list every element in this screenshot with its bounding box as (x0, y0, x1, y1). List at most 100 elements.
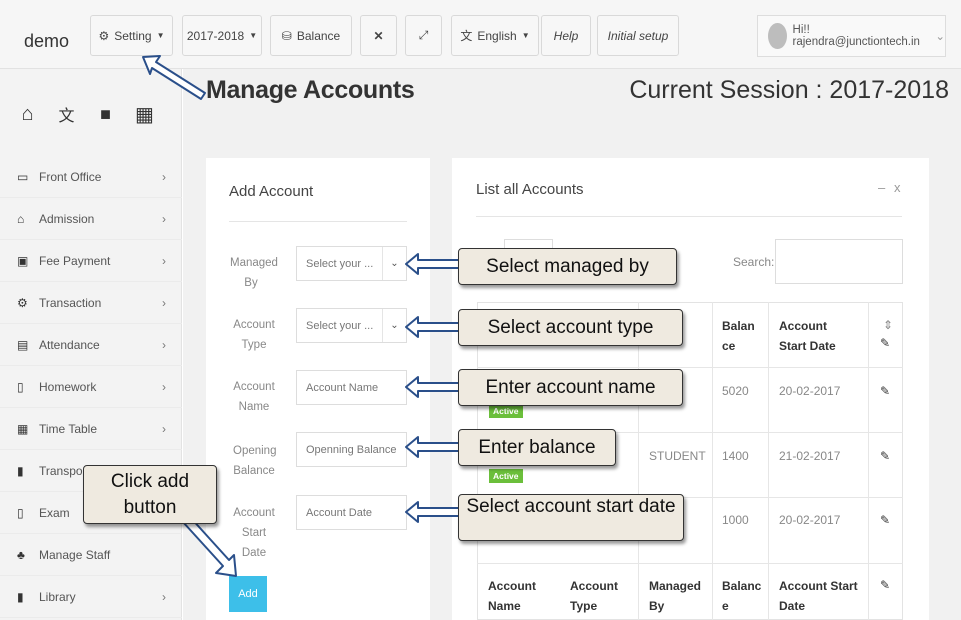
column-header-balance[interactable]: Balan ce (722, 316, 755, 356)
caret-down-icon: ▼ (521, 31, 530, 40)
calendar-icon: ▦ (17, 421, 29, 436)
sidebar-item[interactable]: ♣ Manage Staff (0, 534, 182, 576)
edit-icon[interactable]: ✎ (880, 449, 890, 463)
top-navbar: demo ⚙ Setting ▼ 2017-2018 ▼ ⛁ Balance ✕ ⤢ 文… (0, 0, 961, 69)
account-type-select[interactable]: Select your ... ⌄ (296, 308, 407, 343)
callout-managed-by: Select managed by (458, 248, 677, 285)
managed-by-select[interactable]: Select your ... ⌄ (296, 246, 407, 281)
balance-cell: 1400 (722, 449, 749, 463)
home-icon[interactable]: ⌂ (12, 83, 43, 145)
sidebar-item-label: Attendance (39, 337, 100, 352)
sidebar-item-label: Library (39, 589, 76, 604)
opening-balance-label: Opening Balance (233, 445, 277, 477)
callout-account-name: Enter account name (458, 369, 683, 406)
sidebar-item-label: Time Table (39, 421, 98, 436)
row-divider (477, 367, 903, 368)
col-divider (768, 302, 769, 620)
translate-icon: 文 (460, 29, 473, 43)
chevron-right-icon: › (162, 169, 166, 184)
chevron-right-icon: › (162, 337, 166, 352)
gear-icon: ⚙ (98, 28, 110, 43)
sidebar-item[interactable]: ▮ Library › (0, 576, 182, 618)
balance-cell: 5020 (722, 384, 749, 398)
shrink-button[interactable]: ✕ (360, 15, 397, 56)
balance-button[interactable]: ⛁ Balance (270, 15, 352, 56)
callout-account-type: Select account type (458, 309, 683, 346)
monitor-icon: ▭ (17, 169, 29, 184)
callout-start-date: Select account start date (458, 494, 684, 541)
sort-icon[interactable]: ⇕ (883, 318, 893, 332)
column-header-account-name: Account Name (488, 579, 536, 613)
session-dropdown[interactable]: 2017-2018 ▼ (182, 15, 262, 56)
column-header-start-date: Account Start Date (779, 579, 858, 613)
sidebar-item-label: Admission (39, 211, 95, 226)
sidebar-item[interactable]: ▣ Fee Payment › (0, 240, 182, 282)
close-icon[interactable]: x (894, 180, 901, 195)
status-badge: Active (489, 404, 523, 418)
translate-icon[interactable]: 文 (51, 83, 82, 145)
sidebar-item[interactable]: ▯ Homework › (0, 366, 182, 408)
divider (229, 221, 407, 222)
callout-add-button: Click add button (83, 465, 217, 524)
chevron-right-icon: › (162, 295, 166, 310)
document-icon: ▯ (17, 379, 24, 394)
row-divider (477, 563, 903, 564)
list-accounts-title: List all Accounts (476, 181, 584, 198)
current-session: Current Session : 2017-2018 (629, 76, 949, 104)
lock-icon[interactable]: ■ (90, 83, 121, 145)
minimize-icon[interactable]: – (878, 180, 885, 195)
sidebar-item[interactable]: ▤ Attendance › (0, 324, 182, 366)
account-type-label: Account Type (233, 319, 275, 351)
status-badge: Active (489, 469, 523, 483)
search-input[interactable] (775, 239, 903, 284)
avatar (768, 23, 787, 49)
managed-by-cell: STUDENT (649, 449, 706, 463)
sidebar-item-label: Exam (39, 505, 70, 520)
edit-icon[interactable]: ✎ (880, 384, 890, 398)
edit-icon[interactable]: ✎ (880, 513, 890, 527)
sidebar-item[interactable]: ⌂ Admission › (0, 198, 182, 240)
page-title: Manage Accounts (206, 76, 415, 104)
start-date-cell: 20-02-2017 (779, 384, 841, 398)
start-date-input[interactable]: Account Date (296, 495, 407, 530)
file-icon: ▯ (17, 505, 24, 520)
compress-icon: ✕ (373, 28, 384, 43)
users-icon: ♣ (17, 547, 25, 562)
bus-icon: ▮ (17, 463, 24, 478)
sidebar-menu: ▭ Front Office › ⌂ Admission › ▣ Fee Payment › ⚙ T… (0, 156, 182, 618)
language-dropdown[interactable]: 文 English ▼ (451, 15, 539, 56)
account-name-input[interactable]: Account Name (296, 370, 407, 405)
user-menu[interactable]: Hi!! rajendra@junctiontech.in ⌄ (757, 15, 946, 57)
add-button[interactable]: Add (229, 576, 267, 612)
col-divider (712, 302, 713, 620)
column-header-start-date[interactable]: Account Start Date (779, 316, 855, 356)
column-header-account-type: Account Type (570, 579, 618, 613)
help-button[interactable]: Help (541, 15, 591, 56)
edit-icon: ✎ (880, 578, 891, 592)
edit-icon: ✎ (880, 336, 891, 350)
brand-logo[interactable]: demo (24, 31, 69, 52)
chevron-right-icon: › (162, 211, 166, 226)
calendar-icon[interactable]: ▦ (129, 83, 160, 145)
sidebar-item[interactable]: ▦ Time Table › (0, 408, 182, 450)
chevron-right-icon: › (162, 379, 166, 394)
setting-dropdown[interactable]: ⚙ Setting ▼ (90, 15, 173, 56)
initial-setup-button[interactable]: Initial setup (597, 15, 679, 56)
bar-chart-icon: ▤ (17, 337, 29, 352)
sidebar-item[interactable]: ▭ Front Office › (0, 156, 182, 198)
chevron-down-icon: ⌄ (935, 31, 945, 43)
chevron-right-icon: › (162, 589, 166, 604)
chevron-down-icon: ⌄ (382, 309, 406, 342)
fullscreen-button[interactable]: ⤢ (405, 15, 442, 56)
account-name-label: Account Name (233, 381, 275, 413)
search-label: Search: (733, 255, 775, 269)
add-account-title: Add Account (229, 183, 314, 200)
column-header-balance: Balanc e (722, 579, 762, 613)
opening-balance-input[interactable]: Openning Balance (296, 432, 407, 467)
col-divider (638, 302, 639, 620)
chevron-down-icon: ⌄ (382, 247, 406, 280)
col-divider (868, 302, 869, 620)
book-icon: ▮ (17, 589, 24, 604)
divider (476, 216, 902, 217)
sidebar-item[interactable]: ⚙ Transaction › (0, 282, 182, 324)
